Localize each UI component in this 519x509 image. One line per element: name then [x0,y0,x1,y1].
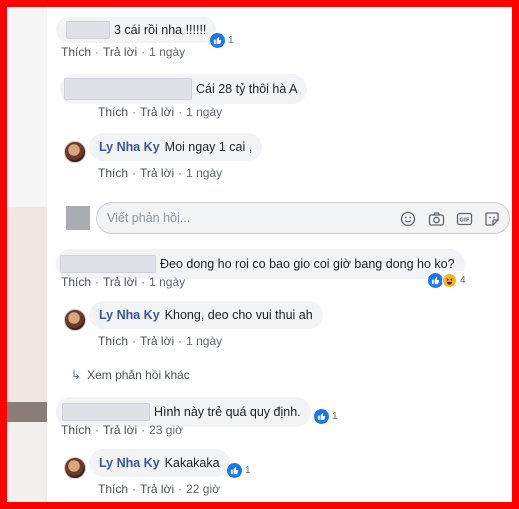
reaction-count[interactable]: 1 [209,31,237,49]
comment-time: 1 ngày [149,275,186,289]
comment-bubble: Ly Nha Ky Kakakaka [89,449,230,477]
left-strip-dark [7,402,47,422]
comment-text: Đeo dong ho roi co bao gio coi giờ bang … [160,257,455,271]
comment-text: Cái 28 tỷ thôi hà A [196,82,298,96]
reply-link[interactable]: Trả lời [103,45,137,59]
left-strip-middle [7,207,47,402]
left-background-strip [7,7,47,502]
like-link[interactable]: Thích [61,45,91,59]
current-user-avatar [66,206,90,230]
haha-reaction-icon [442,272,457,288]
comment-bubble: Ly Nha Ky Khong, deo cho vui thui ah [89,301,323,329]
svg-text:GIF: GIF [459,218,470,224]
comment-text: Khong, deo cho vui thui ah [164,308,313,322]
comment-bubble: Ly Nha Ky Moi ngay 1 cai , [89,133,263,161]
reaction-count[interactable]: 1 [226,461,254,479]
comment-time: 1 ngày [186,166,223,180]
camera-icon[interactable] [427,210,445,228]
like-reaction-icon [227,462,242,478]
like-link[interactable]: Thích [61,423,91,437]
composer-icons: GIF [399,210,501,228]
comment-actions: Thích · Trả lời · 1 ngày [98,166,223,180]
comment-actions: Thích · Trả lời · 1 ngày [61,45,186,59]
redacted-author [62,403,150,421]
redacted-author [64,78,192,100]
reaction-count[interactable]: 1 [313,407,341,425]
comment-time: 22 giờ [186,482,220,496]
comment-bubble: 3 cái rồi nha !!!!!! [56,17,217,43]
smiley-icon[interactable] [399,210,417,228]
comment-bubble: Cái 28 tỷ thôi hà A [60,74,308,104]
like-link[interactable]: Thích [98,334,128,348]
reply-link[interactable]: Trả lời [140,105,174,119]
more-replies-link[interactable]: ↳ Xem phản hồi khác [71,368,190,382]
reply-composer[interactable]: GIF [96,202,510,234]
comment-time: 1 ngày [186,334,223,348]
like-link[interactable]: Thích [98,166,128,180]
avatar[interactable] [64,457,86,479]
like-reaction-icon [428,272,443,288]
comment-text: 3 cái rồi nha !!!!!! [114,23,207,37]
like-link[interactable]: Thích [98,482,128,496]
comment-actions: Thích · Trả lời · 1 ngày [98,105,223,119]
comment-time: 1 ngày [149,45,186,59]
gif-icon[interactable]: GIF [455,210,473,228]
like-link[interactable]: Thích [61,275,91,289]
screenshot-frame: 3 cái rồi nha !!!!!! 1 Thích · Trả lời · 1 n… [0,0,519,509]
reply-link[interactable]: Trả lời [103,423,137,437]
comment-actions: Thích · Trả lời · 22 giờ [98,482,220,496]
comment-text: Moi ngay 1 cai , [164,140,253,154]
sticker-icon[interactable] [483,210,501,228]
comment-time: 1 ngày [186,105,223,119]
like-reaction-icon [314,408,329,424]
comment-time: 23 giờ [149,423,183,437]
comment-author[interactable]: Ly Nha Ky [99,140,160,154]
reply-input[interactable] [107,209,387,227]
left-strip-bottom [7,422,47,502]
comment-actions: Thích · Trả lời · 1 ngày [98,334,223,348]
comment-text: Kakakaka [164,456,220,470]
reaction-count[interactable]: 4 [427,271,469,289]
avatar[interactable] [64,141,86,163]
reply-link[interactable]: Trả lời [140,166,174,180]
like-reaction-icon [210,32,225,48]
reply-link[interactable]: Trả lời [140,482,174,496]
avatar[interactable] [64,309,86,331]
comment-actions: Thích · Trả lời · 1 ngày [61,275,186,289]
reply-link[interactable]: Trả lời [140,334,174,348]
reply-link[interactable]: Trả lời [103,275,137,289]
redacted-author [60,255,156,273]
left-strip-top [7,7,47,207]
reply-arrow-icon: ↳ [71,368,82,382]
comment-actions: Thích · Trả lời · 23 giờ [61,423,183,437]
comment-text: Hình này trẻ quá quy định. [154,405,301,419]
redacted-author [66,21,110,39]
like-link[interactable]: Thích [98,105,128,119]
comment-author[interactable]: Ly Nha Ky [99,308,160,322]
comment-author[interactable]: Ly Nha Ky [99,456,160,470]
